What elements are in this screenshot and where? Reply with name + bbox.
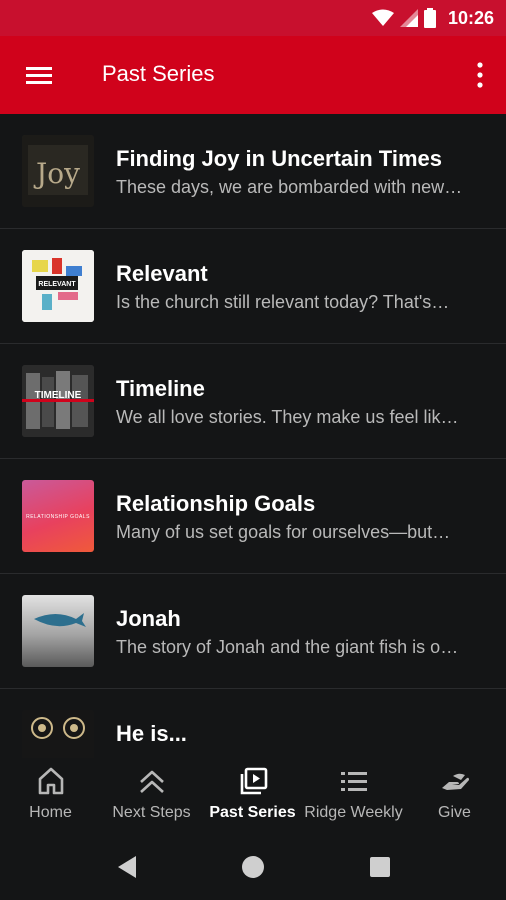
system-navigation-bar	[0, 838, 506, 900]
recents-icon[interactable]	[367, 852, 393, 882]
series-thumbnail: TIMELINE	[22, 365, 94, 437]
home-circle-icon[interactable]	[240, 852, 266, 882]
he-is-artwork	[22, 710, 94, 758]
give-hand-icon	[441, 773, 469, 790]
series-description: The story of Jonah and the giant fish is…	[116, 637, 459, 657]
wifi-icon	[371, 9, 394, 26]
fish-icon	[34, 613, 86, 627]
series-description: Many of us set goals for ourselves—but…	[116, 522, 451, 542]
series-title: Jonah	[116, 606, 181, 631]
bottom-navigation: Home Next Steps Past Series Ridge Weekly	[0, 758, 506, 838]
series-thumbnail	[22, 710, 94, 758]
series-description: These days, we are bombarded with new…	[116, 177, 463, 197]
series-list: Joy Finding Joy in Uncertain Times These…	[0, 114, 506, 758]
timeline-artwork: TIMELINE	[22, 365, 94, 437]
series-item-timeline[interactable]: TIMELINE Timeline We all love stories. T…	[0, 344, 506, 459]
nav-label: Give	[438, 804, 471, 821]
nav-give[interactable]: Give	[404, 758, 505, 838]
series-description: Is the church still relevant today? That…	[116, 292, 450, 312]
more-options-icon[interactable]	[470, 56, 490, 94]
series-item-finding-joy[interactable]: Joy Finding Joy in Uncertain Times These…	[0, 114, 506, 229]
relationship-goals-artwork: RELATIONSHIP GOALS	[26, 514, 90, 520]
page-title: Past Series	[102, 61, 215, 86]
nav-next-steps[interactable]: Next Steps	[101, 758, 202, 838]
nav-past-series[interactable]: Past Series	[202, 758, 303, 838]
video-library-icon	[240, 767, 267, 795]
series-thumbnail: RELEVANT	[22, 250, 94, 322]
series-item-relevant[interactable]: RELEVANT Relevant Is the church still re…	[0, 229, 506, 344]
list-icon	[340, 772, 367, 791]
battery-icon	[423, 8, 436, 28]
thumb-text: RELEVANT	[38, 281, 76, 288]
series-title: He is...	[116, 721, 187, 746]
status-time: 10:26	[447, 7, 494, 28]
series-title: Timeline	[116, 376, 205, 401]
series-title: Relevant	[116, 261, 208, 286]
series-description: We all love stories. They make us feel l…	[116, 407, 459, 427]
menu-icon[interactable]	[20, 58, 58, 92]
series-thumbnail: Joy	[22, 135, 94, 207]
series-item-relationship-goals[interactable]: RELATIONSHIP GOALS Relationship Goals Ma…	[0, 459, 506, 574]
cell-signal-icon	[399, 9, 418, 27]
nav-ridge-weekly[interactable]: Ridge Weekly	[303, 758, 404, 838]
relevant-artwork: RELEVANT	[22, 250, 94, 322]
back-icon[interactable]	[114, 852, 140, 882]
series-title: Finding Joy in Uncertain Times	[116, 146, 442, 171]
nav-home[interactable]: Home	[0, 758, 101, 838]
double-chevron-up-icon	[139, 770, 164, 793]
thumb-text: TIMELINE	[35, 390, 82, 401]
app-bar: Past Series	[0, 36, 506, 114]
home-icon	[38, 767, 63, 795]
thumb-text: Joy	[33, 157, 80, 190]
joy-artwork: Joy	[22, 135, 94, 207]
series-thumbnail: RELATIONSHIP GOALS	[22, 480, 94, 552]
thumb-text: RELATIONSHIP GOALS	[26, 514, 90, 520]
series-thumbnail	[22, 595, 94, 667]
status-bar: 10:26	[0, 0, 506, 36]
series-title: Relationship Goals	[116, 491, 316, 516]
series-item-jonah[interactable]: Jonah The story of Jonah and the giant f…	[0, 574, 506, 689]
series-item-he-is[interactable]: He is...	[0, 689, 506, 758]
